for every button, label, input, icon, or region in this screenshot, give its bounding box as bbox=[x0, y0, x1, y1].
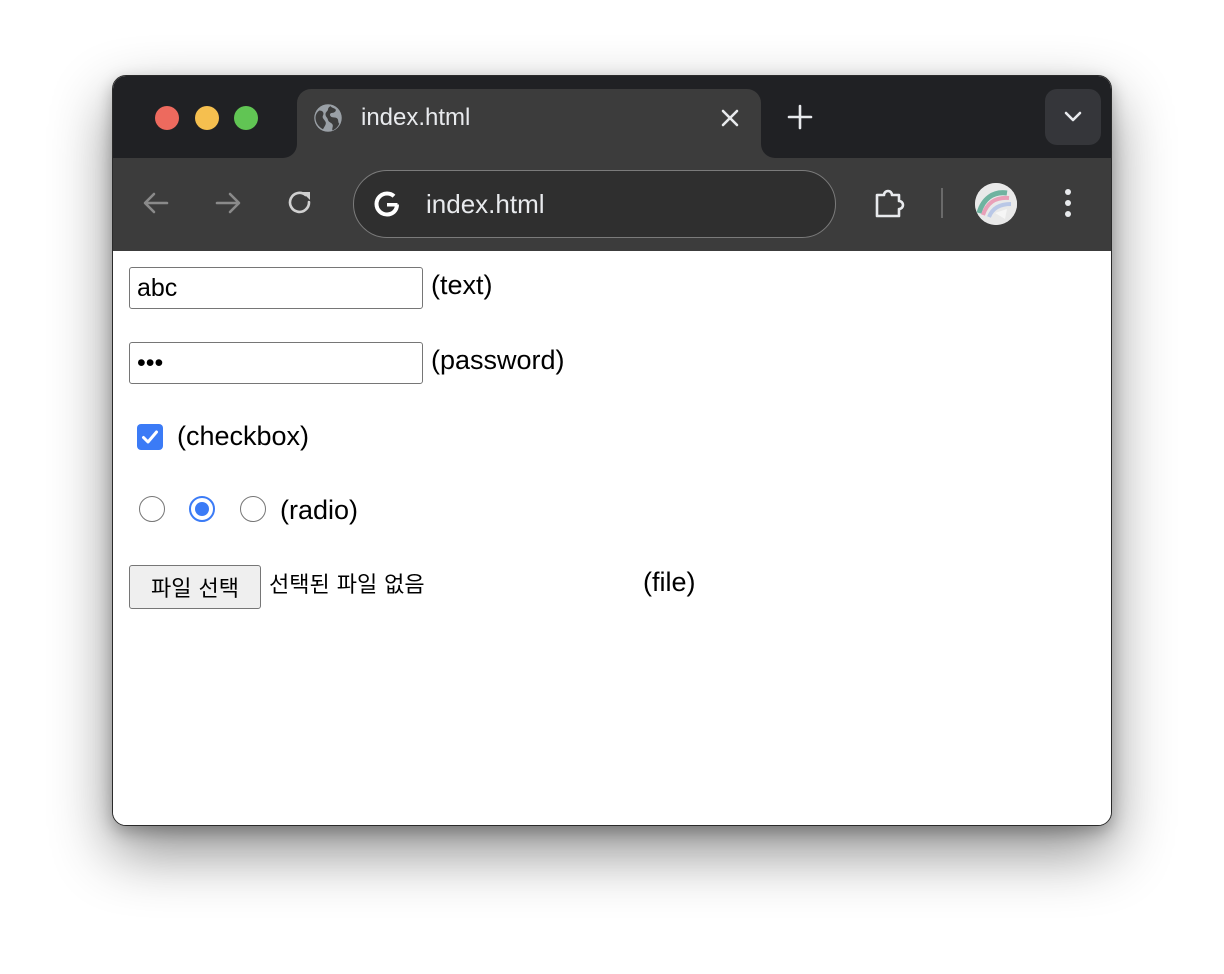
file-status-text: 선택된 파일 없음 bbox=[269, 573, 425, 598]
more-vertical-icon bbox=[1065, 189, 1071, 217]
toolbar-divider bbox=[941, 188, 943, 218]
tab-close-button[interactable] bbox=[715, 103, 745, 133]
forward-button[interactable] bbox=[211, 186, 245, 220]
tab-strip: index.html bbox=[113, 76, 1111, 158]
page-content: (text) (password) (checkbox) (radio) 파일 … bbox=[113, 251, 1111, 825]
tab-corner-right bbox=[761, 144, 775, 158]
tab-search-button[interactable] bbox=[1045, 89, 1101, 145]
tab-title: index.html bbox=[361, 104, 471, 131]
radio-label: (radio) bbox=[280, 495, 359, 525]
address-bar-text: index.html bbox=[426, 189, 545, 219]
tab-corner-left bbox=[283, 144, 297, 158]
text-input[interactable] bbox=[129, 267, 423, 309]
puzzle-icon bbox=[875, 189, 905, 218]
browser-toolbar: index.html bbox=[113, 158, 1111, 251]
globe-icon bbox=[314, 104, 342, 132]
profile-picture-icon bbox=[975, 183, 1017, 225]
extensions-button[interactable] bbox=[871, 184, 909, 222]
checkbox-label: (checkbox) bbox=[177, 421, 310, 451]
password-input-label: (password) bbox=[431, 345, 565, 375]
choose-file-button[interactable]: 파일 선택 bbox=[129, 565, 261, 609]
minimize-window-button[interactable] bbox=[195, 106, 219, 130]
close-icon bbox=[721, 109, 739, 127]
reload-button[interactable] bbox=[283, 186, 317, 220]
plus-icon bbox=[787, 104, 813, 130]
reload-icon bbox=[288, 191, 311, 214]
address-bar[interactable]: index.html bbox=[353, 170, 836, 238]
arrow-left-icon bbox=[143, 192, 169, 214]
browser-menu-button[interactable] bbox=[1053, 186, 1083, 220]
password-input[interactable] bbox=[129, 342, 423, 384]
new-tab-button[interactable] bbox=[785, 102, 815, 132]
close-window-button[interactable] bbox=[155, 106, 179, 130]
google-g-icon bbox=[374, 191, 399, 217]
arrow-right-icon bbox=[215, 192, 241, 214]
radio-option-2[interactable] bbox=[189, 496, 215, 522]
radio-option-3[interactable] bbox=[240, 496, 266, 522]
tab-index-html[interactable]: index.html bbox=[283, 89, 775, 158]
chevron-down-icon bbox=[1064, 111, 1082, 122]
checkmark-icon bbox=[142, 430, 158, 444]
back-button[interactable] bbox=[139, 186, 173, 220]
checkbox[interactable] bbox=[137, 424, 163, 450]
maximize-window-button[interactable] bbox=[234, 106, 258, 130]
file-input-label: (file) bbox=[643, 567, 696, 597]
browser-window: index.html index.html abc (text) (passwo… bbox=[112, 75, 1112, 826]
text-input-label: (text) bbox=[431, 270, 493, 300]
profile-avatar[interactable] bbox=[975, 183, 1017, 225]
radio-option-1[interactable] bbox=[139, 496, 165, 522]
